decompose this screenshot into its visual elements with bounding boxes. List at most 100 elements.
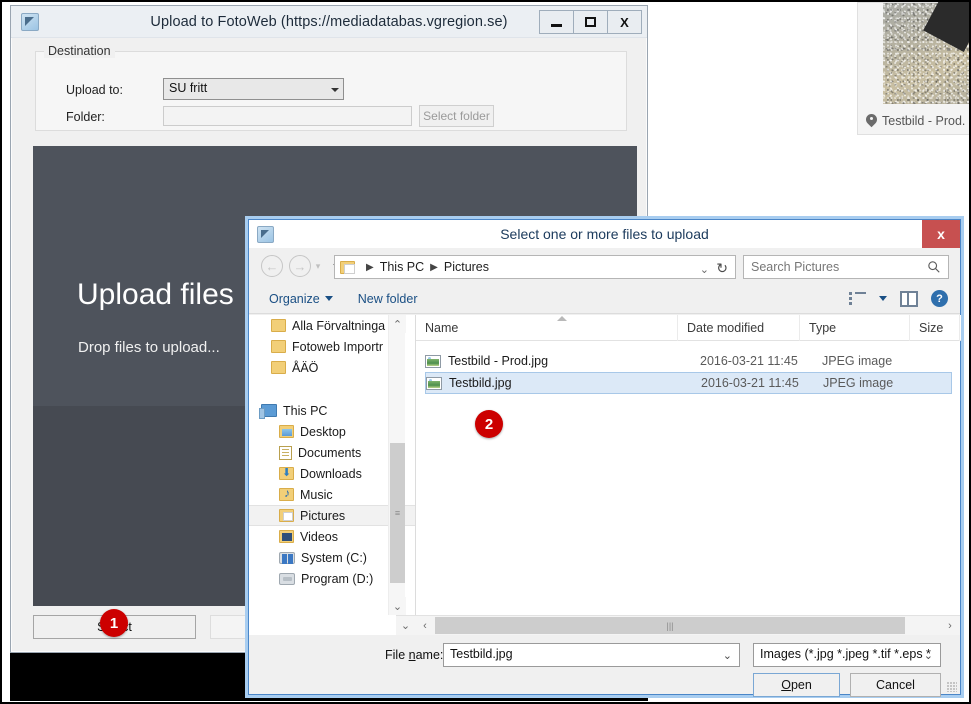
tree-item-label: Fotoweb Importr xyxy=(292,339,384,354)
file-date-cell: 2016-03-21 11:45 xyxy=(700,354,798,368)
tree-item-label: Alla Förvaltninga xyxy=(292,318,386,333)
chevron-down-icon[interactable]: ⌄ xyxy=(723,649,732,662)
preview-pane-icon[interactable] xyxy=(900,290,918,307)
file-name-cell: Testbild.jpg xyxy=(449,376,512,390)
breadcrumb-separator-icon: ▶ xyxy=(366,261,374,273)
tree-item-label: Documents xyxy=(298,445,362,460)
destination-legend: Destination xyxy=(44,44,115,58)
arrow-forward-icon[interactable]: → xyxy=(289,255,311,277)
file-name-label-accel: n xyxy=(408,648,416,662)
chevron-down-icon xyxy=(331,88,339,92)
help-icon[interactable]: ? xyxy=(931,290,948,307)
organize-button[interactable]: Organize xyxy=(269,292,333,306)
tree-item-label: Pictures xyxy=(300,508,346,523)
hscroll-left-arrow[interactable]: ⌄ xyxy=(396,615,415,635)
asset-thumbnail-label-row: Testbild - Prod. xyxy=(858,105,969,136)
minimize-button[interactable] xyxy=(539,10,574,34)
tree-item-label: ÅÄÖ xyxy=(292,360,319,375)
view-list-icon[interactable] xyxy=(849,291,866,306)
folder-input[interactable] xyxy=(163,106,412,126)
chevron-down-icon[interactable]: ⌄ xyxy=(389,597,406,615)
address-chevron-down-icon[interactable]: ⌄ xyxy=(700,263,709,276)
tree-item-label: System (C:) xyxy=(301,550,367,565)
hscrollbar-track[interactable]: ||| xyxy=(435,616,940,635)
minimize-icon xyxy=(551,23,562,27)
videos-icon xyxy=(279,530,294,543)
downloads-icon xyxy=(279,466,294,480)
file-type-filter-combobox[interactable]: Images (*.jpg *.jpeg *.tif *.eps * ⌄ xyxy=(753,643,941,667)
asset-thumbnail-image[interactable] xyxy=(883,3,969,104)
chevron-left-icon[interactable]: ‹ xyxy=(415,616,435,635)
open-button[interactable]: Open xyxy=(753,673,840,697)
dropzone-title: Upload files xyxy=(77,278,234,311)
music-icon xyxy=(279,486,294,501)
file-dialog-titlebar[interactable]: Select one or more files to upload x xyxy=(249,220,960,248)
breadcrumb-item-this-pc[interactable]: This PC xyxy=(380,260,424,274)
file-date-cell: 2016-03-21 11:45 xyxy=(701,376,799,390)
select-folder-button[interactable]: Select folder xyxy=(419,105,494,127)
close-button[interactable]: X xyxy=(607,10,642,34)
hscrollbar-thumb[interactable]: ||| xyxy=(435,617,905,634)
open-button-label: pen xyxy=(790,678,812,692)
column-header-size[interactable]: Size xyxy=(910,314,960,341)
file-type-cell: JPEG image xyxy=(823,376,894,390)
table-row[interactable]: Testbild.jpg 2016-03-21 11:45 JPEG image xyxy=(425,372,952,394)
resize-grip[interactable] xyxy=(947,682,957,692)
chevron-up-icon[interactable]: ⌃ xyxy=(389,315,406,333)
file-name-label-post: ame: xyxy=(415,648,444,662)
search-icon xyxy=(928,261,940,273)
system-drive-icon xyxy=(279,551,295,564)
file-dialog: Select one or more files to upload x ← →… xyxy=(248,219,961,697)
cancel-button[interactable]: Cancel xyxy=(850,673,941,697)
file-dialog-navbar: ← → ▾ ↑ ▶ This PC ▶ Pictures ⌄ ↻ Search … xyxy=(249,248,960,284)
chevron-down-icon[interactable]: ⌄ xyxy=(924,649,933,662)
file-dialog-title: Select one or more files to upload xyxy=(500,226,709,242)
desktop-icon xyxy=(279,425,294,438)
asset-thumbnail-card[interactable]: Testbild - Prod. xyxy=(857,2,969,136)
address-bar[interactable]: ▶ This PC ▶ Pictures ⌄ ↻ xyxy=(334,255,736,279)
screenshot-root: Testbild - Prod. Upload to FotoWeb (http… xyxy=(0,0,971,704)
file-name-label: File name: xyxy=(385,648,443,662)
folder-icon xyxy=(271,361,286,374)
chevron-right-icon[interactable]: › xyxy=(940,616,960,635)
maximize-button[interactable] xyxy=(573,10,608,34)
tree-item-label: Music xyxy=(300,487,333,502)
file-name-input[interactable]: Testbild.jpg ⌄ xyxy=(443,643,740,667)
upload-window-titlebar[interactable]: Upload to FotoWeb (https://mediadatabas.… xyxy=(11,6,647,38)
refresh-icon[interactable]: ↻ xyxy=(716,260,728,277)
file-list-header: Name Date modified Type Size xyxy=(416,314,961,341)
file-dialog-body: Alla Förvaltninga Fotoweb Importr ÅÄÖ Th… xyxy=(249,314,961,635)
column-label: Name xyxy=(425,320,459,335)
column-label: Size xyxy=(919,320,944,335)
tree-scrollbar[interactable]: ⌃ ≡ ⌄ xyxy=(388,315,406,615)
column-header-type[interactable]: Type xyxy=(800,314,910,341)
file-name-label-pre: File xyxy=(385,648,409,662)
tree-item-label: Desktop xyxy=(300,424,346,439)
file-type-cell: JPEG image xyxy=(822,354,893,368)
pictures-icon xyxy=(279,509,294,522)
new-folder-button[interactable]: New folder xyxy=(358,292,418,306)
table-row[interactable]: Testbild - Prod.jpg 2016-03-21 11:45 JPE… xyxy=(425,350,952,372)
breadcrumb-item-pictures[interactable]: Pictures xyxy=(444,260,489,274)
file-dialog-close-button[interactable]: x xyxy=(922,220,960,248)
search-box[interactable]: Search Pictures xyxy=(743,255,949,279)
tree-scrollbar-thumb[interactable]: ≡ xyxy=(390,443,405,583)
view-chevron-down-icon[interactable] xyxy=(879,296,887,301)
scrollbar-grip: ||| xyxy=(666,620,674,631)
tree-item-label: Videos xyxy=(300,529,338,544)
arrow-back-icon[interactable]: ← xyxy=(261,255,283,277)
upload-to-value: SU fritt xyxy=(169,81,208,95)
column-header-name[interactable]: Name xyxy=(416,314,678,341)
sort-ascending-icon xyxy=(557,315,567,321)
column-header-date-modified[interactable]: Date modified xyxy=(678,314,800,341)
upload-to-combobox[interactable]: SU fritt xyxy=(163,78,344,100)
folder-icon xyxy=(271,340,286,353)
history-chevron-down-icon[interactable]: ▾ xyxy=(311,261,325,272)
open-button-accel: O xyxy=(781,678,791,692)
close-icon: x xyxy=(937,226,945,242)
search-placeholder: Search Pictures xyxy=(751,260,840,274)
scrollbar-grip: ≡ xyxy=(394,508,401,518)
file-list-pane: Name Date modified Type Size Testbild - … xyxy=(415,314,961,615)
folder-icon xyxy=(271,319,286,332)
file-list-hscrollbar[interactable]: ‹ ||| › xyxy=(415,615,960,635)
